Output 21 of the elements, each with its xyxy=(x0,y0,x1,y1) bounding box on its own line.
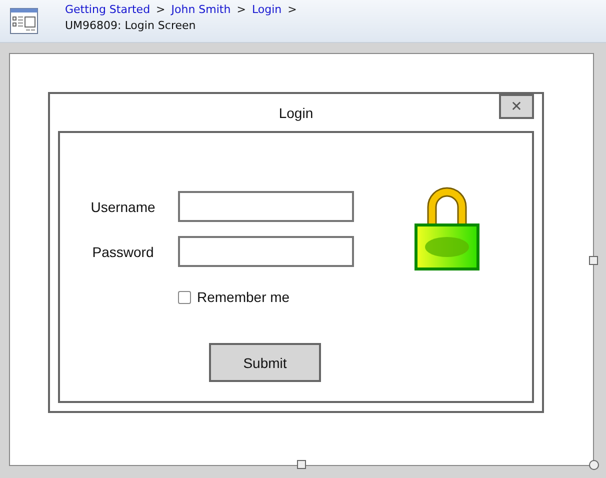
dialog-title: Login xyxy=(278,104,314,120)
breadcrumb-separator: > xyxy=(288,3,297,16)
breadcrumb-link[interactable]: Login xyxy=(252,3,282,16)
input-field[interactable] xyxy=(178,236,354,267)
input-field[interactable] xyxy=(178,191,354,222)
field-label: Username xyxy=(90,198,156,214)
page-title: UM96809: Login Screen xyxy=(65,19,197,32)
resize-handle[interactable] xyxy=(589,256,598,265)
checkbox-label: Remember me xyxy=(197,289,290,305)
window-icon xyxy=(10,8,38,34)
breadcrumb-link[interactable]: Getting Started xyxy=(65,3,150,16)
breadcrumb-link[interactable]: John Smith xyxy=(171,3,231,16)
resize-handle[interactable] xyxy=(589,460,599,470)
submit-button[interactable]: Submit xyxy=(209,343,321,382)
checkbox[interactable] xyxy=(178,290,191,304)
padlock-icon xyxy=(414,187,480,271)
field-label: Password xyxy=(91,244,155,260)
breadcrumb-separator: > xyxy=(156,3,166,16)
close-button[interactable]: ✕ xyxy=(499,94,534,119)
breadcrumb-separator: > xyxy=(236,3,246,16)
resize-handle[interactable] xyxy=(297,460,306,469)
